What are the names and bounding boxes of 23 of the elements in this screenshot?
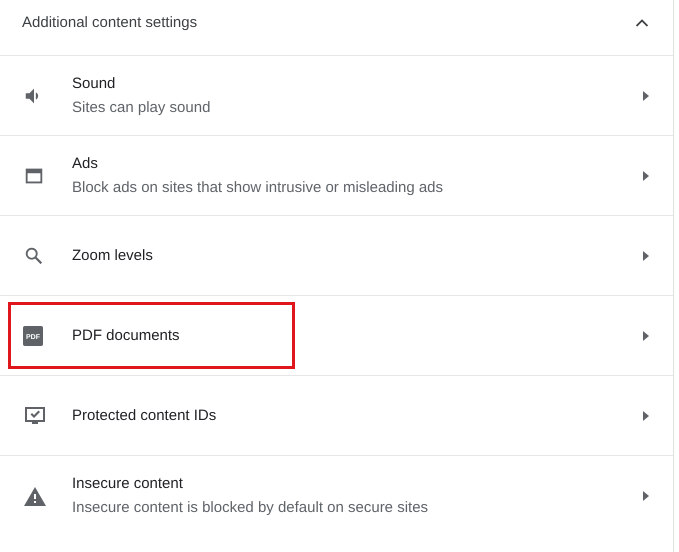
settings-row[interactable]: Sound Sites can play sound	[0, 55, 673, 135]
row-title: Zoom levels	[72, 246, 154, 266]
row-description: Sites can play sound	[72, 98, 212, 118]
caret-icon	[635, 18, 649, 28]
warning-icon	[23, 484, 47, 506]
settings-row[interactable]: Zoom levels	[0, 215, 673, 295]
arrow-icon	[643, 90, 649, 100]
settings-row[interactable]: Protected content IDs	[0, 375, 673, 455]
row-description: Insecure content is blocked by default on secure sites	[72, 498, 430, 518]
arrow-icon	[643, 170, 649, 180]
arrow-icon	[643, 250, 649, 260]
row-title: Sound	[72, 74, 116, 93]
arrow-icon	[643, 490, 649, 500]
row-title: Insecure content	[72, 474, 184, 493]
row-title: PDF documents	[72, 326, 181, 346]
section-title: Additional content settings	[22, 12, 198, 33]
arrow-icon	[643, 330, 649, 340]
row-description: Block ads on sites that show intrusive or misleading ads	[72, 178, 444, 198]
settings-row[interactable]: Insecure content Insecure content is blocked by default on secure sites	[0, 455, 673, 535]
arrow-icon	[643, 410, 649, 420]
row-title: Ads	[72, 154, 99, 173]
row-title: Protected content IDs	[72, 406, 218, 426]
settings-row[interactable]: Ads Block ads on sites that show intrusive or misleading ads	[0, 135, 673, 215]
